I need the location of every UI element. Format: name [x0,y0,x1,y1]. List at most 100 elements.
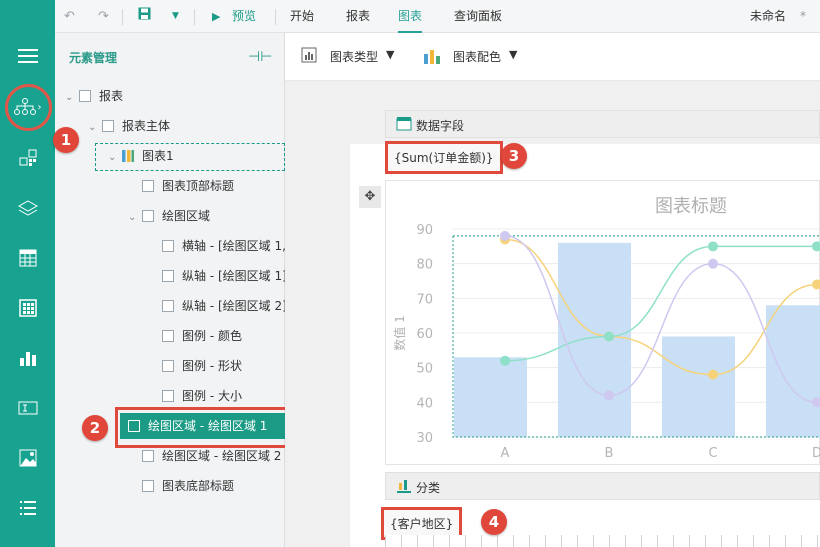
node-icon [142,210,154,222]
highlight-circle [5,84,52,131]
node-icon [142,180,154,192]
table-icon[interactable] [0,238,55,278]
bar-chart-icon[interactable] [0,338,55,378]
y-tick-label: 90 [416,223,433,238]
chevron-down-icon[interactable]: ▼ [386,48,394,61]
matrix-icon[interactable] [0,288,55,328]
tree-item[interactable]: 横轴 - [绘图区域 1, 绘 [148,233,302,259]
tree-item[interactable]: 图表顶部标题 [128,173,234,199]
chart-type-button[interactable]: 图表类型 [330,48,378,65]
node-icon [162,300,174,312]
divider [194,9,195,25]
component-icon[interactable] [0,138,55,178]
tree-item[interactable]: ⌄ 报表主体 [88,113,170,139]
chevron-down-icon[interactable]: ⌄ [88,115,102,141]
tree-item-label: 横轴 - [绘图区域 1, 绘 [182,239,302,253]
badge-4: 4 [481,509,507,535]
bar [454,357,527,437]
y-tick-label: 30 [416,431,433,446]
series-point [708,241,718,252]
tree-item[interactable]: 图表底部标题 [128,473,234,499]
node-icon [162,390,174,402]
y-axis-label: 数值 1 [392,315,407,350]
node-icon [162,360,174,372]
x-tick-label: B [605,446,614,461]
chevron-down-icon[interactable]: ⌄ [65,85,79,111]
document-name: 未命名 [750,9,787,23]
chevron-down-icon[interactable]: ▼ [509,48,517,61]
data-field-bar: 数据字段 [385,110,820,138]
top-toolbar: ↶ ↷ ▼ ▶ 预览 开始 报表 图表 查询面板 未命名 * [0,0,820,33]
chart-title: 图表标题 [655,196,727,217]
tree-item-label: 图例 - 颜色 [182,329,242,343]
category-bar: 分类 [385,472,820,500]
chart-area[interactable]: 图表标题 数值 1 30 40 50 60 70 80 90 A B C D [385,180,820,465]
image-icon[interactable] [0,438,55,478]
chart-color-button[interactable]: 图表配色 [453,48,501,65]
data-field-chip[interactable]: {Sum(订单金额)} [385,141,503,174]
category-label: 分类 [416,481,441,495]
node-icon [142,450,154,462]
series-point [812,241,820,252]
chevron-down-icon[interactable]: ⌄ [128,205,142,231]
menu-start[interactable]: 开始 [290,0,314,33]
divider [275,9,276,25]
menu-report[interactable]: 报表 [346,0,370,33]
tree-item-label: 图例 - 形状 [182,359,242,373]
badge-1: 1 [53,127,79,153]
menu-query-panel[interactable]: 查询面板 [454,0,502,33]
y-tick-label: 40 [416,396,433,411]
redo-icon[interactable]: ↷ [98,0,109,33]
tree-item-label: 绘图区域 - 绘图区域 2 [162,449,282,463]
node-icon [79,90,91,102]
hamburger-menu-icon[interactable] [0,36,55,76]
series-point [604,331,614,342]
chart-svg: 图表标题数值 1 30 40 50 60 70 80 90 A B C D [392,196,820,461]
category-icon [396,478,412,497]
tree-item-label: 报表 [99,89,124,103]
tree-item-label: 绘图区域 [162,209,211,223]
node-icon [102,120,114,132]
bar [558,242,631,437]
list-icon[interactable] [0,488,55,528]
chart-color-icon [423,47,441,68]
node-icon [142,480,154,492]
bar [766,305,820,437]
chart-type-icon [301,47,317,66]
tree-item[interactable]: 图例 - 颜色 [148,323,242,349]
series-point [708,258,718,269]
tree-item-label: 图表顶部标题 [162,179,235,193]
tree-item[interactable]: ⌄ 绘图区域 [128,203,210,229]
y-tick-label: 80 [416,258,433,273]
preview-button[interactable]: 预览 [232,0,256,33]
node-icon [162,330,174,342]
move-icon[interactable]: ✥ [359,186,381,208]
y-tick-label: 60 [416,327,433,342]
layers-icon[interactable] [0,188,55,228]
element-manager-panel: 元素管理 ⊣⊢ [55,33,285,547]
menu-chart[interactable]: 图表 [398,0,423,33]
divider [122,9,123,25]
text-box-icon[interactable] [0,388,55,428]
series-point [500,230,510,241]
tree-item[interactable]: 图例 - 大小 [148,383,242,409]
tree-item[interactable]: 纵轴 - [绘图区域 1] [148,263,287,289]
chart-toolbar: 图表类型 ▼ 图表配色 ▼ [285,33,820,81]
tree-item[interactable]: 图例 - 形状 [148,353,242,379]
selection-highlight-box [115,407,291,448]
tree-item-label: 图例 - 大小 [182,389,242,403]
undo-icon[interactable]: ↶ [64,0,75,33]
unsaved-marker: * [800,9,806,23]
tree-item[interactable]: ⌄ 报表 [65,83,123,109]
series-point [708,369,718,380]
series-point [604,390,614,401]
icon-rail: › [0,0,55,547]
tree-item-label: 图表底部标题 [162,479,235,493]
tree-item-label: 纵轴 - [绘图区域 2] [182,299,287,313]
tree-item[interactable]: 纵轴 - [绘图区域 2] [148,293,287,319]
y-tick-label: 50 [416,362,433,377]
save-icon[interactable] [138,0,151,33]
tree-item-label: 报表主体 [122,119,171,133]
pin-icon[interactable]: ⊣⊢ [248,49,272,65]
save-dropdown-icon[interactable]: ▼ [172,0,179,33]
